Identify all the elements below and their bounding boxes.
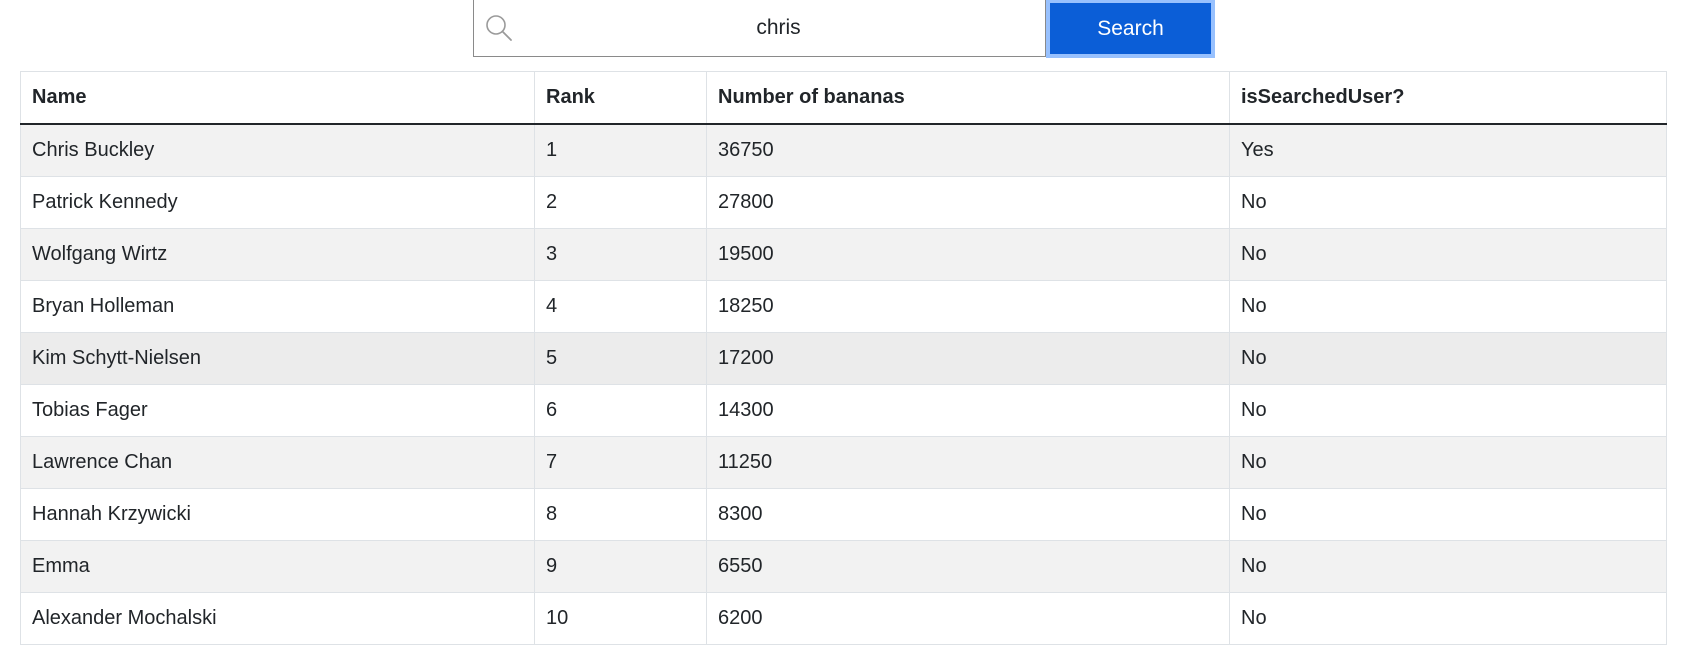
cell-rank: 7 — [534, 436, 707, 489]
column-header-is-searched-user: isSearchedUser? — [1229, 71, 1667, 125]
table-row: Chris Buckley 1 36750 Yes — [20, 124, 1667, 177]
table-row: Patrick Kennedy 2 27800 No — [20, 176, 1667, 229]
search-icon — [486, 15, 512, 41]
cell-name: Wolfgang Wirtz — [20, 228, 535, 281]
table-row: Kim Schytt-Nielsen 5 17200 No — [20, 332, 1667, 385]
table-row: Wolfgang Wirtz 3 19500 No — [20, 228, 1667, 281]
cell-is-searched-user: No — [1229, 228, 1667, 281]
cell-is-searched-user: Yes — [1229, 124, 1667, 177]
table-row: Alexander Mochalski 10 6200 No — [20, 592, 1667, 645]
cell-rank: 8 — [534, 488, 707, 541]
column-header-name: Name — [20, 71, 535, 125]
cell-rank: 9 — [534, 540, 707, 593]
table-header-row: Name Rank Number of bananas isSearchedUs… — [20, 71, 1667, 125]
cell-rank: 4 — [534, 280, 707, 333]
cell-is-searched-user: No — [1229, 176, 1667, 229]
table-row: Tobias Fager 6 14300 No — [20, 384, 1667, 437]
cell-name: Bryan Holleman — [20, 280, 535, 333]
table-row: Bryan Holleman 4 18250 No — [20, 280, 1667, 333]
leaderboard-table-container: Name Rank Number of bananas isSearchedUs… — [20, 71, 1667, 645]
cell-name: Kim Schytt-Nielsen — [20, 332, 535, 385]
cell-rank: 1 — [534, 124, 707, 177]
table-header: Name Rank Number of bananas isSearchedUs… — [20, 71, 1667, 125]
cell-rank: 3 — [534, 228, 707, 281]
cell-is-searched-user: No — [1229, 332, 1667, 385]
cell-bananas: 6200 — [706, 592, 1230, 645]
cell-name: Tobias Fager — [20, 384, 535, 437]
cell-bananas: 19500 — [706, 228, 1230, 281]
cell-name: Alexander Mochalski — [20, 592, 535, 645]
cell-name: Emma — [20, 540, 535, 593]
column-header-rank: Rank — [534, 71, 707, 125]
cell-is-searched-user: No — [1229, 540, 1667, 593]
cell-bananas: 6550 — [706, 540, 1230, 593]
search-bar: Search — [473, 0, 1215, 58]
cell-is-searched-user: No — [1229, 280, 1667, 333]
cell-name: Patrick Kennedy — [20, 176, 535, 229]
table-row: Emma 9 6550 No — [20, 540, 1667, 593]
cell-name: Chris Buckley — [20, 124, 535, 177]
cell-bananas: 11250 — [706, 436, 1230, 489]
cell-bananas: 14300 — [706, 384, 1230, 437]
cell-bananas: 36750 — [706, 124, 1230, 177]
leaderboard-table: Name Rank Number of bananas isSearchedUs… — [20, 71, 1667, 645]
table-row: Lawrence Chan 7 11250 No — [20, 436, 1667, 489]
cell-rank: 5 — [534, 332, 707, 385]
cell-rank: 2 — [534, 176, 707, 229]
cell-bananas: 17200 — [706, 332, 1230, 385]
cell-is-searched-user: No — [1229, 592, 1667, 645]
cell-bananas: 18250 — [706, 280, 1230, 333]
cell-is-searched-user: No — [1229, 384, 1667, 437]
cell-is-searched-user: No — [1229, 436, 1667, 489]
search-button[interactable]: Search — [1046, 0, 1215, 58]
column-header-bananas: Number of bananas — [706, 71, 1230, 125]
table-row: Hannah Krzywicki 8 8300 No — [20, 488, 1667, 541]
table-body: Chris Buckley 1 36750 Yes Patrick Kennedy 2 27… — [20, 124, 1667, 645]
cell-rank: 6 — [534, 384, 707, 437]
cell-is-searched-user: No — [1229, 488, 1667, 541]
cell-name: Hannah Krzywicki — [20, 488, 535, 541]
search-box[interactable] — [473, 0, 1046, 57]
cell-name: Lawrence Chan — [20, 436, 535, 489]
cell-bananas: 27800 — [706, 176, 1230, 229]
cell-bananas: 8300 — [706, 488, 1230, 541]
search-input[interactable] — [518, 0, 1039, 56]
cell-rank: 10 — [534, 592, 707, 645]
